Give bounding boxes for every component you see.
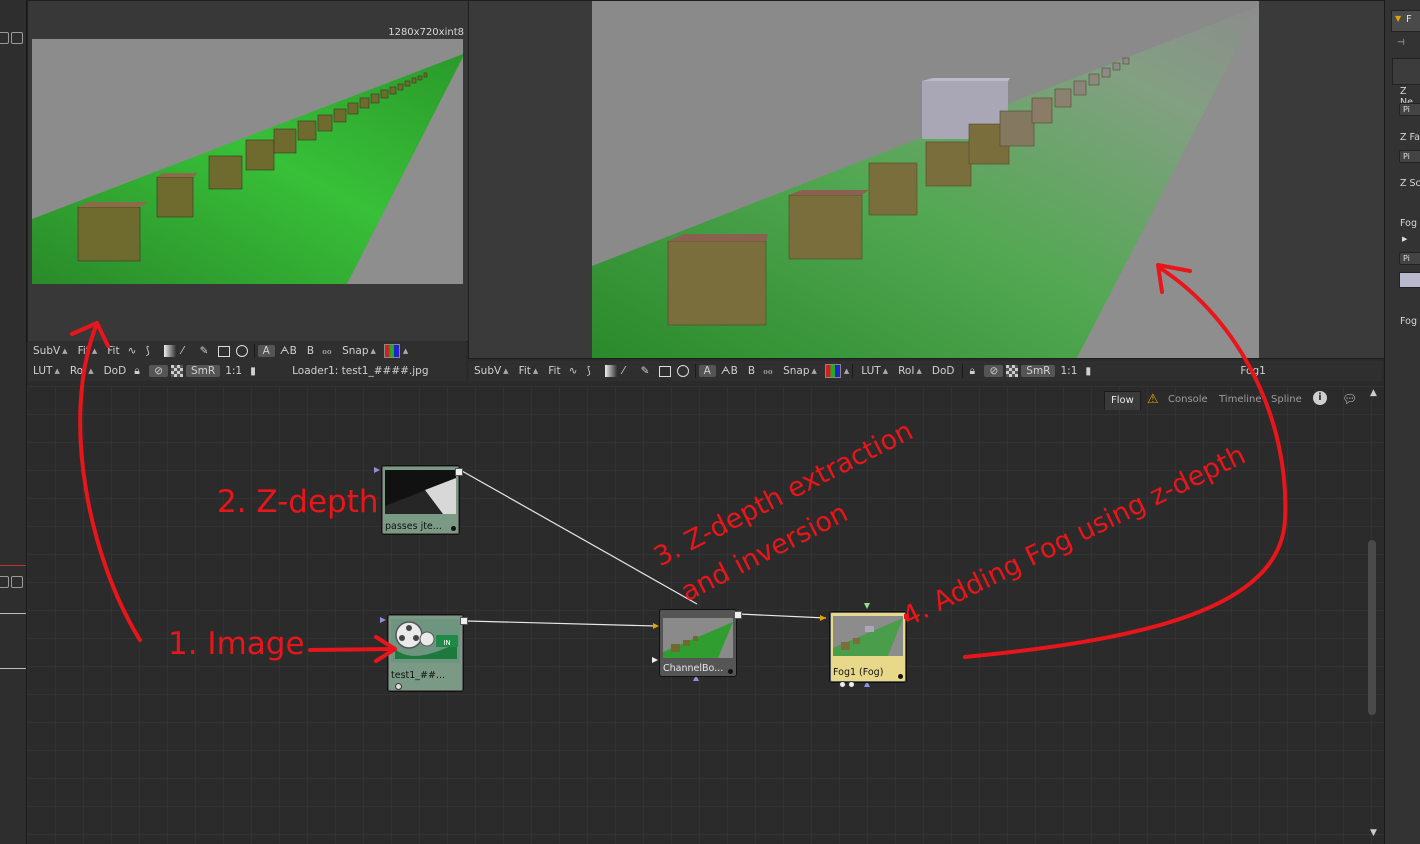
arrow-to-left-viewer-icon [78,324,142,642]
arrow-to-loader-icon [308,647,395,652]
annotation-z-depth: 2. Z-depth [217,484,379,520]
annotation-image: 1. Image [168,626,305,662]
annotation-arrows [70,263,1288,663]
